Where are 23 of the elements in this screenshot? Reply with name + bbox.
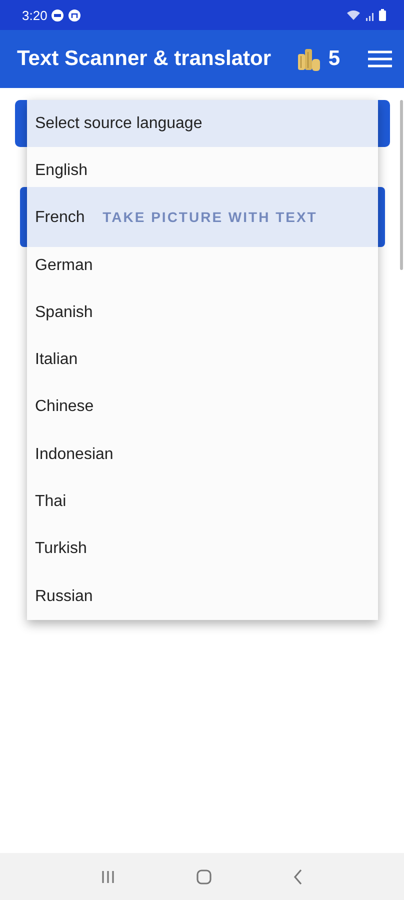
menu-icon[interactable] bbox=[368, 50, 392, 68]
language-option[interactable]: Thai bbox=[35, 493, 66, 512]
language-option[interactable]: German bbox=[35, 256, 93, 275]
wifi-icon bbox=[346, 9, 361, 21]
language-option[interactable]: Indonesian bbox=[35, 446, 114, 464]
battery-icon bbox=[379, 9, 386, 21]
app-title: Text Scanner & translator bbox=[17, 47, 272, 71]
language-option[interactable]: Italian bbox=[35, 351, 78, 370]
language-option[interactable]: Turkish bbox=[35, 540, 87, 558]
home-icon[interactable] bbox=[196, 868, 212, 884]
language-option[interactable]: Russian bbox=[35, 588, 93, 606]
notification-icon bbox=[68, 8, 82, 22]
coin-count: 5 bbox=[328, 47, 340, 71]
language-option[interactable]: Chinese bbox=[35, 398, 94, 416]
dropdown-prompt[interactable]: Select source language bbox=[35, 114, 202, 133]
language-option[interactable]: French bbox=[35, 209, 85, 228]
coins-icon bbox=[296, 46, 322, 72]
language-option[interactable]: English bbox=[35, 162, 88, 180]
notification-icon bbox=[51, 8, 64, 22]
recent-apps-icon[interactable] bbox=[100, 870, 115, 884]
status-time: 3:20 bbox=[22, 8, 48, 22]
language-option[interactable]: Spanish bbox=[35, 304, 93, 322]
back-icon[interactable] bbox=[293, 868, 304, 884]
